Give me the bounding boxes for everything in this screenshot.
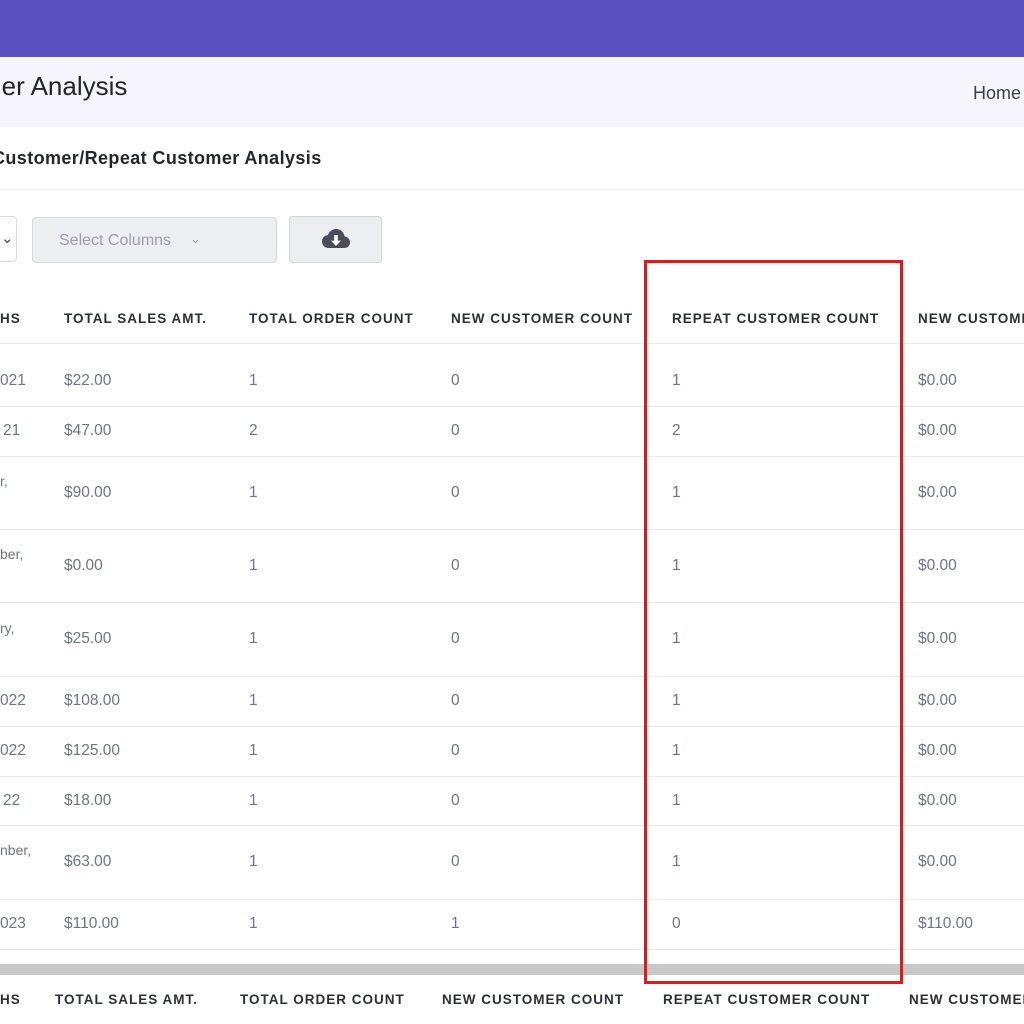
select-columns-dropdown[interactable]: Select Columns ⌄ — [32, 217, 277, 263]
col-header-new-customers[interactable]: NEW CUSTOMER COUNT — [451, 311, 633, 326]
cell-sales: $108.00 — [64, 692, 121, 709]
cell-repeat-count: 1 — [672, 792, 681, 809]
cell-orders: 1 — [249, 630, 258, 647]
footer-col-new-customer-amt: NEW CUSTOMER — [909, 992, 1024, 1007]
horizontal-scrollbar[interactable] — [0, 964, 1024, 975]
cell-month: 021 — [0, 372, 26, 389]
cell-repeat-count: 1 — [672, 692, 681, 709]
cell-month: r, — [0, 473, 8, 489]
repeat-customer-column-highlight — [644, 260, 903, 984]
row-divider — [0, 949, 1024, 950]
cell-orders: 1 — [249, 915, 258, 932]
cell-new-amt: $0.00 — [918, 742, 957, 759]
cell-new-count: 0 — [451, 692, 460, 709]
cell-new-count: 0 — [451, 484, 460, 501]
cell-orders: 1 — [249, 692, 258, 709]
col-header-new-customer-amt[interactable]: NEW CUSTOMI — [918, 311, 1024, 326]
cell-repeat-count: 1 — [672, 853, 681, 870]
col-header-total-sales[interactable]: TOTAL SALES AMT. — [64, 311, 207, 326]
filter-dropdown[interactable]: ⌄ — [0, 216, 17, 262]
col-header-total-orders[interactable]: TOTAL ORDER COUNT — [249, 311, 414, 326]
cell-sales: $25.00 — [64, 630, 112, 647]
cell-orders: 1 — [249, 372, 258, 389]
cell-sales: $47.00 — [64, 422, 112, 439]
cell-new-count: 0 — [451, 853, 460, 870]
cell-repeat-count: 1 — [672, 557, 681, 574]
cell-repeat-count: 1 — [672, 484, 681, 501]
card-title: Customer/Repeat Customer Analysis — [0, 148, 322, 168]
cell-month: nber, — [0, 842, 32, 858]
cell-repeat-count: 0 — [672, 915, 681, 932]
cell-repeat-count: 2 — [672, 422, 681, 439]
cell-sales: $22.00 — [64, 372, 112, 389]
footer-col-total-sales: TOTAL SALES AMT. — [55, 992, 199, 1007]
col-header-months[interactable]: HS — [0, 311, 21, 326]
cell-new-count: 0 — [451, 792, 460, 809]
row-divider — [0, 529, 1024, 530]
cell-month: ry, — [0, 620, 15, 636]
select-columns-placeholder: Select Columns — [59, 232, 172, 249]
cell-new-count: 0 — [451, 372, 460, 389]
cell-orders: 1 — [249, 742, 258, 759]
cell-sales: $90.00 — [64, 484, 112, 501]
col-header-repeat-customers[interactable]: REPEAT CUSTOMER COUNT — [672, 311, 879, 326]
breadcrumb-home-link[interactable]: Home — [973, 83, 1021, 104]
page-title: mer Analysis — [0, 71, 128, 101]
cell-new-amt: $0.00 — [918, 630, 957, 647]
cell-sales: $63.00 — [64, 853, 112, 870]
cell-new-amt: $0.00 — [918, 853, 957, 870]
cell-new-amt: $0.00 — [918, 484, 957, 501]
row-divider — [0, 676, 1024, 677]
footer-col-new-customers: NEW CUSTOMER COUNT — [442, 992, 624, 1007]
chevron-down-icon: ⌄ — [1, 230, 14, 247]
page-header: mer Analysis Home — [0, 57, 1024, 127]
row-divider — [0, 899, 1024, 900]
cell-new-amt: $0.00 — [918, 792, 957, 809]
top-navbar — [0, 0, 1024, 57]
cell-orders: 1 — [249, 792, 258, 809]
cell-orders: 1 — [249, 557, 258, 574]
cell-month: ber, — [0, 546, 24, 562]
cell-month: 21 — [3, 422, 21, 439]
cell-new-amt: $0.00 — [918, 557, 957, 574]
row-divider — [0, 456, 1024, 457]
cell-new-count: 0 — [451, 630, 460, 647]
row-divider — [0, 343, 1024, 344]
footer-col-total-orders: TOTAL ORDER COUNT — [240, 992, 405, 1007]
row-divider — [0, 825, 1024, 826]
chevron-down-icon: ⌄ — [190, 231, 201, 246]
row-divider — [0, 602, 1024, 603]
cell-sales: $0.00 — [64, 557, 103, 574]
cell-sales: $18.00 — [64, 792, 112, 809]
row-divider — [0, 726, 1024, 727]
footer-col-months: HS — [0, 992, 21, 1007]
cell-new-amt: $0.00 — [918, 422, 957, 439]
cell-new-count: 0 — [451, 557, 460, 574]
cell-new-count: 0 — [451, 742, 460, 759]
cell-new-count: 1 — [451, 915, 460, 932]
cell-month: 22 — [3, 792, 21, 809]
cell-new-count: 0 — [451, 422, 460, 439]
cell-orders: 1 — [249, 484, 258, 501]
card-divider — [0, 189, 1024, 190]
cell-month: 022 — [0, 692, 26, 709]
row-divider — [0, 776, 1024, 777]
cell-repeat-count: 1 — [672, 372, 681, 389]
cell-new-amt: $0.00 — [918, 692, 957, 709]
download-button[interactable] — [289, 216, 382, 263]
cell-repeat-count: 1 — [672, 742, 681, 759]
cell-month: 023 — [0, 915, 26, 932]
cell-orders: 2 — [249, 422, 258, 439]
cell-month: 022 — [0, 742, 26, 759]
cell-orders: 1 — [249, 853, 258, 870]
cell-new-amt: $110.00 — [918, 915, 973, 932]
cell-sales: $125.00 — [64, 742, 121, 759]
row-divider — [0, 406, 1024, 407]
footer-col-repeat-customers: REPEAT CUSTOMER COUNT — [663, 992, 871, 1007]
cloud-download-icon — [322, 229, 350, 248]
cell-new-amt: $0.00 — [918, 372, 957, 389]
cell-sales: $110.00 — [64, 915, 119, 932]
cell-repeat-count: 1 — [672, 630, 681, 647]
